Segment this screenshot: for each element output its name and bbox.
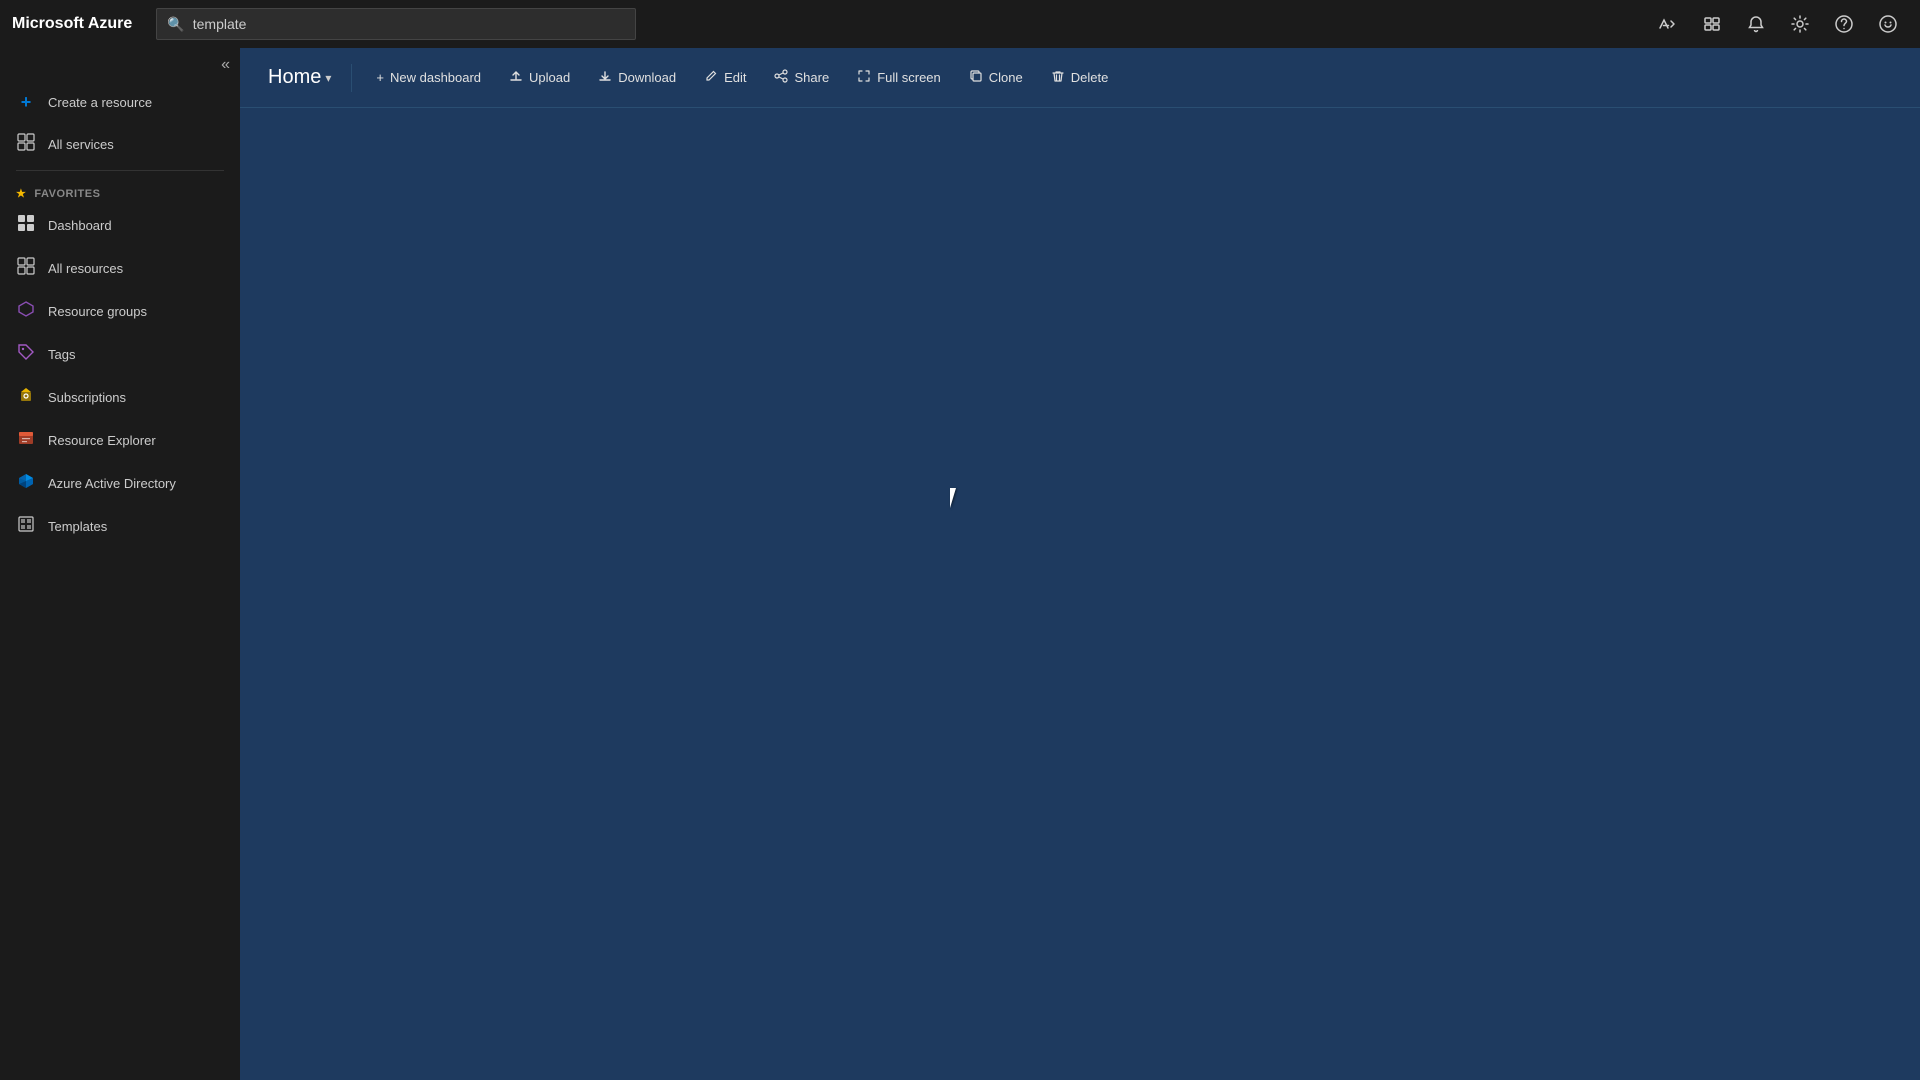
azure-ad-icon bbox=[16, 472, 36, 495]
settings-icon[interactable] bbox=[1780, 4, 1820, 44]
search-icon: 🔍 bbox=[167, 16, 184, 33]
share-button[interactable]: Share bbox=[762, 63, 841, 92]
cloud-shell-icon[interactable] bbox=[1648, 4, 1688, 44]
toolbar-divider bbox=[351, 64, 352, 92]
home-label: Home bbox=[268, 66, 321, 89]
edit-button[interactable]: Edit bbox=[692, 63, 758, 92]
content-main bbox=[240, 108, 1920, 1080]
sidebar-item-all-resources[interactable]: All resources bbox=[0, 247, 240, 290]
plus-icon: + bbox=[376, 70, 384, 85]
clone-label: Clone bbox=[989, 70, 1023, 85]
app-logo[interactable]: Microsoft Azure bbox=[12, 15, 132, 33]
subscriptions-label: Subscriptions bbox=[48, 390, 126, 405]
feedback-icon[interactable] bbox=[1868, 4, 1908, 44]
clone-icon bbox=[969, 69, 983, 86]
templates-label: Templates bbox=[48, 519, 107, 534]
star-icon: ★ bbox=[16, 187, 26, 200]
sidebar-item-resource-groups[interactable]: Resource groups bbox=[0, 290, 240, 333]
upload-label: Upload bbox=[529, 70, 570, 85]
collapse-icon[interactable]: « bbox=[221, 56, 230, 74]
sidebar-item-tags[interactable]: Tags bbox=[0, 333, 240, 376]
download-icon bbox=[598, 69, 612, 86]
portal-settings-icon[interactable] bbox=[1692, 4, 1732, 44]
resource-explorer-label: Resource Explorer bbox=[48, 433, 156, 448]
resource-groups-icon bbox=[16, 300, 36, 323]
tags-icon bbox=[16, 343, 36, 366]
sidebar-item-resource-explorer[interactable]: Resource Explorer bbox=[0, 419, 240, 462]
sidebar: « + Create a resource All services ★ FAV bbox=[0, 48, 240, 1080]
topbar: Microsoft Azure 🔍 bbox=[0, 0, 1920, 48]
upload-icon bbox=[509, 69, 523, 86]
main-container: « + Create a resource All services ★ FAV bbox=[0, 48, 1920, 1080]
all-services-label: All services bbox=[48, 137, 114, 152]
full-screen-label: Full screen bbox=[877, 70, 941, 85]
upload-button[interactable]: Upload bbox=[497, 63, 582, 92]
delete-label: Delete bbox=[1071, 70, 1109, 85]
dashboard-icon bbox=[16, 214, 36, 237]
full-screen-icon bbox=[857, 69, 871, 86]
cursor bbox=[950, 488, 962, 508]
edit-label: Edit bbox=[724, 70, 746, 85]
help-icon[interactable] bbox=[1824, 4, 1864, 44]
all-resources-label: All resources bbox=[48, 261, 123, 276]
clone-button[interactable]: Clone bbox=[957, 63, 1035, 92]
sidebar-item-azure-active-directory[interactable]: Azure Active Directory bbox=[0, 462, 240, 505]
sidebar-item-templates[interactable]: Templates bbox=[0, 505, 240, 548]
resource-explorer-icon bbox=[16, 429, 36, 452]
sidebar-item-subscriptions[interactable]: Subscriptions bbox=[0, 376, 240, 419]
content-area: Home ▾ + New dashboard Upload bbox=[240, 48, 1920, 1080]
subscriptions-icon bbox=[16, 386, 36, 409]
sidebar-item-dashboard[interactable]: Dashboard bbox=[0, 204, 240, 247]
download-button[interactable]: Download bbox=[586, 63, 688, 92]
notifications-icon[interactable] bbox=[1736, 4, 1776, 44]
chevron-down-icon: ▾ bbox=[325, 71, 331, 85]
all-resources-icon bbox=[16, 257, 36, 280]
resource-groups-label: Resource groups bbox=[48, 304, 147, 319]
new-dashboard-label: New dashboard bbox=[390, 70, 481, 85]
share-label: Share bbox=[794, 70, 829, 85]
all-services-icon bbox=[16, 133, 36, 156]
topbar-icons bbox=[1648, 4, 1908, 44]
content-toolbar: Home ▾ + New dashboard Upload bbox=[240, 48, 1920, 108]
search-box[interactable]: 🔍 bbox=[156, 8, 636, 40]
favorites-section-label: ★ FAVORITES bbox=[0, 175, 240, 204]
templates-icon bbox=[16, 515, 36, 538]
tags-label: Tags bbox=[48, 347, 75, 362]
delete-button[interactable]: Delete bbox=[1039, 63, 1121, 92]
sidebar-item-all-services[interactable]: All services bbox=[0, 123, 240, 166]
favorites-label: FAVORITES bbox=[34, 188, 100, 200]
sidebar-collapse-btn[interactable]: « bbox=[0, 48, 240, 82]
new-dashboard-button[interactable]: + New dashboard bbox=[364, 64, 493, 91]
full-screen-button[interactable]: Full screen bbox=[845, 63, 953, 92]
sidebar-divider bbox=[16, 170, 224, 171]
plus-icon: + bbox=[16, 92, 36, 113]
download-label: Download bbox=[618, 70, 676, 85]
home-breadcrumb[interactable]: Home ▾ bbox=[260, 62, 339, 93]
sidebar-item-create-resource[interactable]: + Create a resource bbox=[0, 82, 240, 123]
delete-icon bbox=[1051, 69, 1065, 86]
create-resource-label: Create a resource bbox=[48, 95, 152, 110]
search-input[interactable] bbox=[193, 16, 626, 32]
dashboard-label: Dashboard bbox=[48, 218, 112, 233]
azure-ad-label: Azure Active Directory bbox=[48, 476, 176, 491]
share-icon bbox=[774, 69, 788, 86]
edit-icon bbox=[704, 69, 718, 86]
